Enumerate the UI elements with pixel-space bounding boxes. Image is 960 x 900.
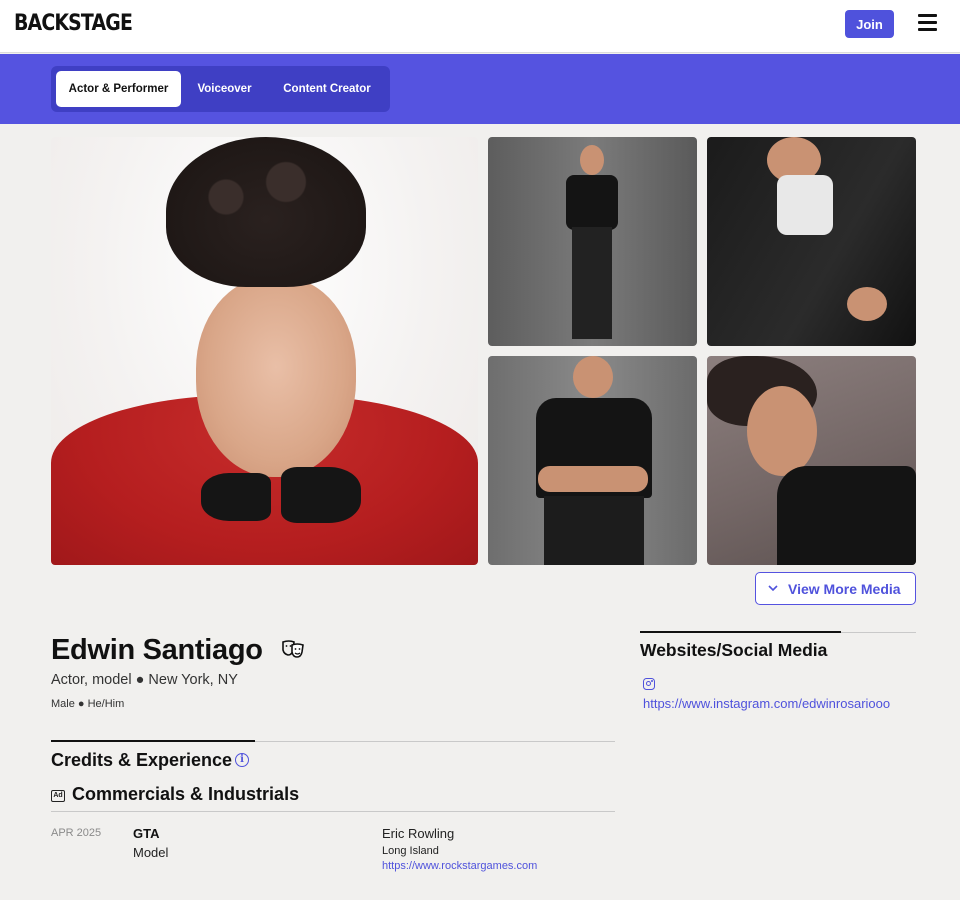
profile-type-band: Actor & Performer Voiceover Content Crea… <box>0 54 960 124</box>
credit-location: Long Island <box>382 845 439 857</box>
view-more-media-button[interactable]: View More Media <box>755 572 916 605</box>
credit-link[interactable]: https://www.rockstargames.com <box>382 860 537 872</box>
websites-divider-accent <box>640 631 841 633</box>
credit-title: GTA <box>133 826 160 841</box>
profile-name: Edwin Santiago <box>51 634 263 666</box>
commercials-section-title: Commercials & Industrials <box>72 784 300 804</box>
tab-actor-performer[interactable]: Actor & Performer <box>56 71 181 107</box>
gallery-photo-1[interactable] <box>488 137 697 346</box>
gallery-photo-3[interactable] <box>488 356 697 565</box>
credit-date: APR 2025 <box>51 827 102 839</box>
theater-masks-icon <box>282 640 304 658</box>
commercials-divider <box>51 811 615 812</box>
view-more-media-label: View More Media <box>788 580 901 597</box>
instagram-link[interactable]: https://www.instagram.com/edwinrosariooo <box>643 696 890 711</box>
tab-content-creator[interactable]: Content Creator <box>271 71 383 107</box>
gallery-photo-4[interactable] <box>707 356 916 565</box>
hamburger-menu-icon[interactable] <box>918 14 937 31</box>
gallery-photo-2[interactable] <box>707 137 916 346</box>
credits-section-title: Credits & Experience <box>51 750 233 770</box>
profile-subtitle: Actor, model ● New York, NY <box>51 672 238 688</box>
backstage-logo[interactable]: BACKSTAGE <box>14 11 133 36</box>
profile-type-tabs: Actor & Performer Voiceover Content Crea… <box>51 66 390 112</box>
chevron-down-icon <box>768 585 778 592</box>
profile-details: Male ● He/Him <box>51 698 125 710</box>
credit-role: Model <box>133 845 169 860</box>
credits-divider-accent <box>51 740 255 742</box>
commercials-ad-icon: Ad <box>51 790 65 802</box>
tab-voiceover[interactable]: Voiceover <box>187 71 262 107</box>
join-button[interactable]: Join <box>845 10 894 38</box>
top-navigation-bar: BACKSTAGE Join <box>0 0 960 53</box>
info-icon[interactable]: i <box>235 753 249 767</box>
main-headshot-photo[interactable] <box>51 137 478 565</box>
websites-section-title: Websites/Social Media <box>640 640 828 660</box>
instagram-icon[interactable] <box>643 678 655 690</box>
credit-director: Eric Rowling <box>382 826 455 841</box>
